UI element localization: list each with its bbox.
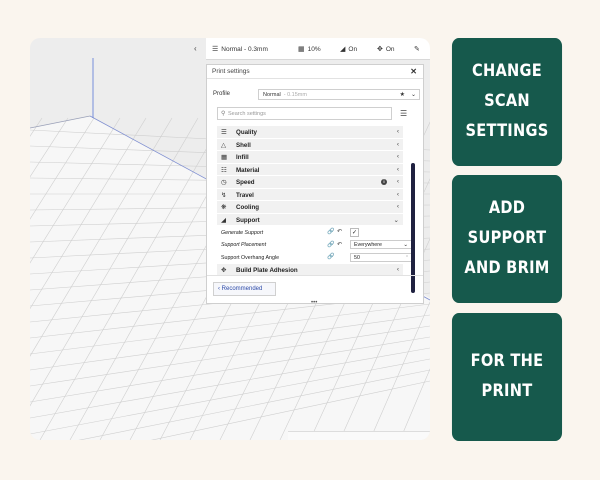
- category-material[interactable]: ☷ Material ‹: [217, 163, 403, 176]
- recommended-button[interactable]: ‹ Recommended: [213, 282, 276, 296]
- hamburger-menu-icon[interactable]: ☰: [400, 109, 407, 118]
- step-card-2: ADD SUPPORT AND BRIM: [451, 175, 563, 303]
- bottom-strip: [288, 431, 430, 440]
- info-icon[interactable]: i: [381, 178, 387, 185]
- category-shell[interactable]: △ Shell ‹: [217, 138, 403, 151]
- category-speed[interactable]: ◷ Speed i ‹: [217, 176, 403, 189]
- resize-handle-icon[interactable]: •••: [311, 300, 317, 306]
- link-icon[interactable]: 🔗: [327, 241, 334, 248]
- setting-support-placement: Support Placement 🔗 ↶ Everywhere ⌄: [217, 239, 412, 252]
- chevron-down-icon: ⌄: [403, 241, 408, 248]
- link-icon[interactable]: 🔗: [327, 253, 334, 260]
- close-icon[interactable]: ✕: [410, 67, 417, 76]
- chevron-down-icon: ⌄: [393, 216, 399, 224]
- infill-icon: ▦: [221, 154, 228, 161]
- speed-icon: ◷: [221, 179, 227, 186]
- category-quality[interactable]: ☰ Quality ‹: [217, 126, 403, 139]
- travel-icon: ↯: [221, 191, 227, 199]
- top-toolbar: ‹ ☰ Normal - 0.3mm ▦ 10% ◢ On ✥ On ✎: [194, 38, 430, 60]
- chevron-left-icon: ‹: [396, 153, 399, 160]
- support-icon: ◢: [221, 216, 226, 224]
- category-infill[interactable]: ▦ Infill ‹: [217, 151, 403, 164]
- edit-summary[interactable]: ✎: [414, 45, 420, 53]
- star-icon[interactable]: ★: [400, 91, 405, 98]
- profile-row: Profile Normal - 0.15mm ★ ⌄: [213, 89, 420, 101]
- adhesion-icon: ✥: [377, 46, 383, 53]
- quality-icon: ☰: [221, 129, 227, 136]
- step-card-3: FOR THE PRINT: [451, 313, 563, 441]
- setting-overhang-angle: Support Overhang Angle 🔗 50 °: [217, 251, 412, 264]
- category-travel[interactable]: ↯ Travel ‹: [217, 188, 403, 201]
- panel-footer: ‹ Recommended •••: [207, 275, 423, 306]
- adhesion-icon: ✥: [221, 266, 227, 274]
- support-summary[interactable]: ◢ On: [340, 45, 357, 54]
- generate-support-checkbox[interactable]: ✓: [350, 227, 359, 237]
- chevron-left-icon: ‹: [396, 140, 399, 148]
- profile-summary[interactable]: ☰ Normal - 0.3mm: [212, 45, 268, 54]
- material-icon: ☷: [221, 166, 227, 174]
- fan-icon: ❋: [221, 204, 227, 211]
- support-placement-select[interactable]: Everywhere ⌄: [350, 240, 412, 249]
- link-icon[interactable]: 🔗: [327, 228, 334, 235]
- shell-icon: △: [221, 141, 226, 149]
- search-icon: ⚲: [221, 111, 226, 117]
- profile-select[interactable]: Normal - 0.15mm ★ ⌄: [258, 89, 420, 100]
- screenshot-viewport: ‹ ☰ Normal - 0.3mm ▦ 10% ◢ On ✥ On ✎ Pri…: [30, 38, 430, 440]
- chevron-down-icon: ⌄: [410, 92, 416, 98]
- chevron-left-icon[interactable]: ‹: [194, 44, 197, 53]
- profile-label: Profile: [213, 91, 231, 97]
- pencil-icon: ✎: [414, 46, 420, 53]
- chevron-left-icon: ‹: [396, 178, 399, 185]
- reset-icon[interactable]: ↶: [337, 241, 342, 248]
- chevron-left-icon: ‹: [396, 203, 399, 210]
- settings-list: ☰ Quality ‹ △ Shell ‹ ▦ Infill ‹ ☷ Mater…: [217, 126, 412, 276]
- search-settings-input[interactable]: ⚲ Search settings: [217, 107, 392, 120]
- panel-title: Print settings: [212, 68, 250, 75]
- panel-header: Print settings ✕: [207, 65, 423, 79]
- support-icon: ◢: [340, 46, 346, 53]
- setting-generate-support: Generate Support 🔗 ↶ ✓: [221, 227, 359, 237]
- chevron-left-icon: ‹: [218, 286, 220, 292]
- chevron-left-icon: ‹: [396, 165, 399, 173]
- category-support[interactable]: ◢ Support ⌄: [217, 213, 403, 226]
- step-card-1: CHANGE SCAN SETTINGS: [451, 38, 563, 166]
- print-settings-panel: Print settings ✕ Profile Normal - 0.15mm …: [206, 64, 424, 306]
- category-cooling[interactable]: ❋ Cooling ‹: [217, 201, 403, 214]
- chevron-left-icon: ‹: [396, 265, 399, 273]
- chevron-left-icon: ‹: [396, 190, 399, 198]
- settings-scrollbar[interactable]: [411, 163, 415, 293]
- chevron-left-icon: ‹: [396, 128, 399, 135]
- adhesion-summary[interactable]: ✥ On: [377, 45, 395, 54]
- overhang-angle-input[interactable]: 50 °: [350, 252, 412, 262]
- reset-icon[interactable]: ↶: [337, 228, 342, 235]
- print-settings-icon: ☰: [212, 46, 219, 53]
- infill-summary[interactable]: ▦ 10%: [298, 45, 321, 54]
- infill-icon: ▦: [298, 46, 305, 53]
